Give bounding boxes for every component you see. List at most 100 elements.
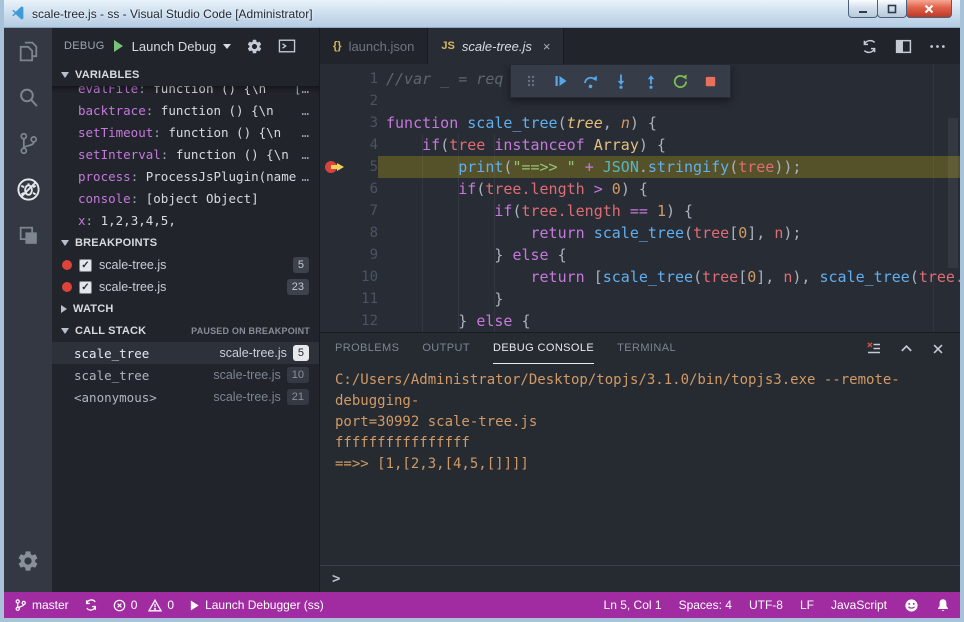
code-line[interactable]: 7 if(tree.length == 1) { <box>320 200 960 222</box>
code-line[interactable]: 12 } else { <box>320 310 960 332</box>
step-over-icon[interactable] <box>577 67 604 95</box>
continue-icon[interactable] <box>547 67 574 95</box>
variables-section-header[interactable]: VARIABLES <box>52 64 319 86</box>
variable-row[interactable]: x: 1,2,3,4,5, <box>52 209 319 231</box>
line-number: 5 <box>348 156 378 178</box>
breakpoint-margin[interactable] <box>320 178 348 200</box>
problems-item[interactable]: 0 0 <box>113 598 174 612</box>
restart-icon[interactable] <box>667 67 694 95</box>
git-branch-item[interactable]: master <box>14 598 69 612</box>
maximize-panel-icon[interactable] <box>899 341 914 356</box>
breakpoints-list: ✓scale-tree.js5✓scale-tree.js23 <box>52 254 319 298</box>
breakpoint-margin[interactable] <box>320 68 348 90</box>
code-line[interactable]: 10 return [scale_tree(tree[0], n), scale… <box>320 266 960 288</box>
panel-actions <box>866 333 945 364</box>
breakpoint-margin[interactable] <box>320 310 348 332</box>
breakpoints-section-header[interactable]: BREAKPOINTS <box>52 232 319 254</box>
explorer-icon[interactable] <box>4 28 52 74</box>
close-panel-icon[interactable] <box>931 342 945 356</box>
start-debug-icon[interactable] <box>114 40 123 52</box>
chevron-down-icon[interactable] <box>223 44 231 49</box>
sync-item[interactable] <box>84 598 98 612</box>
debug-config-dropdown[interactable]: Launch Debug <box>132 39 217 54</box>
line-number: 2 <box>348 90 378 112</box>
watch-section-header[interactable]: WATCH <box>52 298 319 320</box>
variable-row[interactable]: backtrace: function () {\n… <box>52 99 319 121</box>
debug-toolbar <box>510 64 731 98</box>
breakpoint-margin[interactable] <box>320 244 348 266</box>
callstack-list: scale_treescale-tree.js5scale_treescale-… <box>52 342 319 408</box>
settings-gear-icon[interactable] <box>4 538 52 584</box>
tab-launch.json[interactable]: {}launch.json <box>320 28 428 64</box>
step-into-icon[interactable] <box>607 67 634 95</box>
code-line[interactable]: 6 if(tree.length > 0) { <box>320 178 960 200</box>
stack-frame-row[interactable]: scale_treescale-tree.js5 <box>52 342 319 364</box>
code-editor[interactable]: 1//var _ = req23function scale_tree(tree… <box>320 64 960 332</box>
variable-row[interactable]: evalFile: function () {\n[… <box>52 86 319 99</box>
minimize-button[interactable] <box>848 0 878 18</box>
stack-frame-row[interactable]: <anonymous>scale-tree.js21 <box>52 386 319 408</box>
panel-tab-problems[interactable]: PROBLEMS <box>335 333 399 364</box>
cursor-position[interactable]: Ln 5, Col 1 <box>604 598 662 612</box>
breakpoint-row[interactable]: ✓scale-tree.js23 <box>52 276 319 298</box>
sync-views-icon[interactable] <box>861 38 878 55</box>
line-number: 8 <box>348 222 378 244</box>
breakpoint-row[interactable]: ✓scale-tree.js5 <box>52 254 319 276</box>
toolbar-drag-handle[interactable] <box>517 67 544 95</box>
sync-icon <box>84 598 98 612</box>
encoding[interactable]: UTF-8 <box>749 598 783 612</box>
debug-console-output[interactable]: C:/Users/Administrator/Desktop/topjs/3.1… <box>320 364 960 565</box>
panel-tab-output[interactable]: OUTPUT <box>422 333 470 364</box>
breakpoint-margin[interactable] <box>320 288 348 310</box>
close-tab-icon[interactable]: × <box>543 39 551 54</box>
more-actions-icon[interactable] <box>929 38 946 55</box>
search-icon[interactable] <box>4 74 52 120</box>
debug-console-icon[interactable] <box>278 38 296 54</box>
indentation[interactable]: Spaces: 4 <box>679 598 732 612</box>
breakpoint-margin[interactable] <box>320 112 348 134</box>
tab-scale-tree.js[interactable]: JSscale-tree.js× <box>428 28 564 64</box>
extensions-icon[interactable] <box>4 212 52 258</box>
step-out-icon[interactable] <box>637 67 664 95</box>
breakpoint-margin[interactable] <box>320 222 348 244</box>
variable-row[interactable]: setInterval: function () {\n… <box>52 143 319 165</box>
code-line[interactable]: 4 if(tree instanceof Array) { <box>320 134 960 156</box>
stack-frame-row[interactable]: scale_treescale-tree.js10 <box>52 364 319 386</box>
clear-console-icon[interactable] <box>866 341 882 357</box>
breakpoint-checkbox[interactable]: ✓ <box>79 281 92 294</box>
debug-view-header: DEBUG Launch Debug <box>52 28 319 64</box>
variables-list: evalFile: function () {\n[…backtrace: fu… <box>52 86 319 232</box>
code-line[interactable]: 3function scale_tree(tree, n) { <box>320 112 960 134</box>
configure-gear-icon[interactable] <box>246 38 263 55</box>
breakpoint-margin[interactable] <box>320 156 348 178</box>
code-line[interactable]: 11 } <box>320 288 960 310</box>
editor-tabbar: {}launch.jsonJSscale-tree.js× <box>320 28 960 64</box>
launch-debugger-item[interactable]: Launch Debugger (ss) <box>189 598 324 612</box>
debug-console-input[interactable]: > <box>320 565 960 592</box>
debug-icon[interactable] <box>4 166 52 212</box>
split-editor-icon[interactable] <box>895 38 912 55</box>
breakpoint-margin[interactable] <box>320 266 348 288</box>
variable-row[interactable]: process: ProcessJsPlugin(name… <box>52 165 319 187</box>
notifications-bell-icon[interactable] <box>936 598 950 613</box>
panel-tab-terminal[interactable]: TERMINAL <box>617 333 676 364</box>
variable-row[interactable]: setTimeout: function () {\n… <box>52 121 319 143</box>
source-control-icon[interactable] <box>4 120 52 166</box>
maximize-button[interactable] <box>877 0 907 18</box>
code-line[interactable]: 8 return scale_tree(tree[0], n); <box>320 222 960 244</box>
code-line[interactable]: 5 print("==>> " + JSON.stringify(tree)); <box>320 156 960 178</box>
callstack-section-header[interactable]: CALL STACK PAUSED ON BREAKPOINT <box>52 320 319 342</box>
breakpoint-checkbox[interactable]: ✓ <box>79 259 92 272</box>
close-button[interactable] <box>906 0 952 18</box>
breakpoint-margin[interactable] <box>320 200 348 222</box>
feedback-smiley-icon[interactable] <box>904 598 919 613</box>
code-line[interactable]: 9 } else { <box>320 244 960 266</box>
breakpoint-margin[interactable] <box>320 90 348 112</box>
variable-row[interactable]: console: [object Object] <box>52 187 319 209</box>
editor-scrollbar[interactable] <box>948 118 958 268</box>
stop-icon[interactable] <box>697 67 724 95</box>
eol-sequence[interactable]: LF <box>800 598 814 612</box>
language-mode[interactable]: JavaScript <box>831 598 887 612</box>
breakpoint-margin[interactable] <box>320 134 348 156</box>
panel-tab-debug-console[interactable]: DEBUG CONSOLE <box>493 333 594 364</box>
